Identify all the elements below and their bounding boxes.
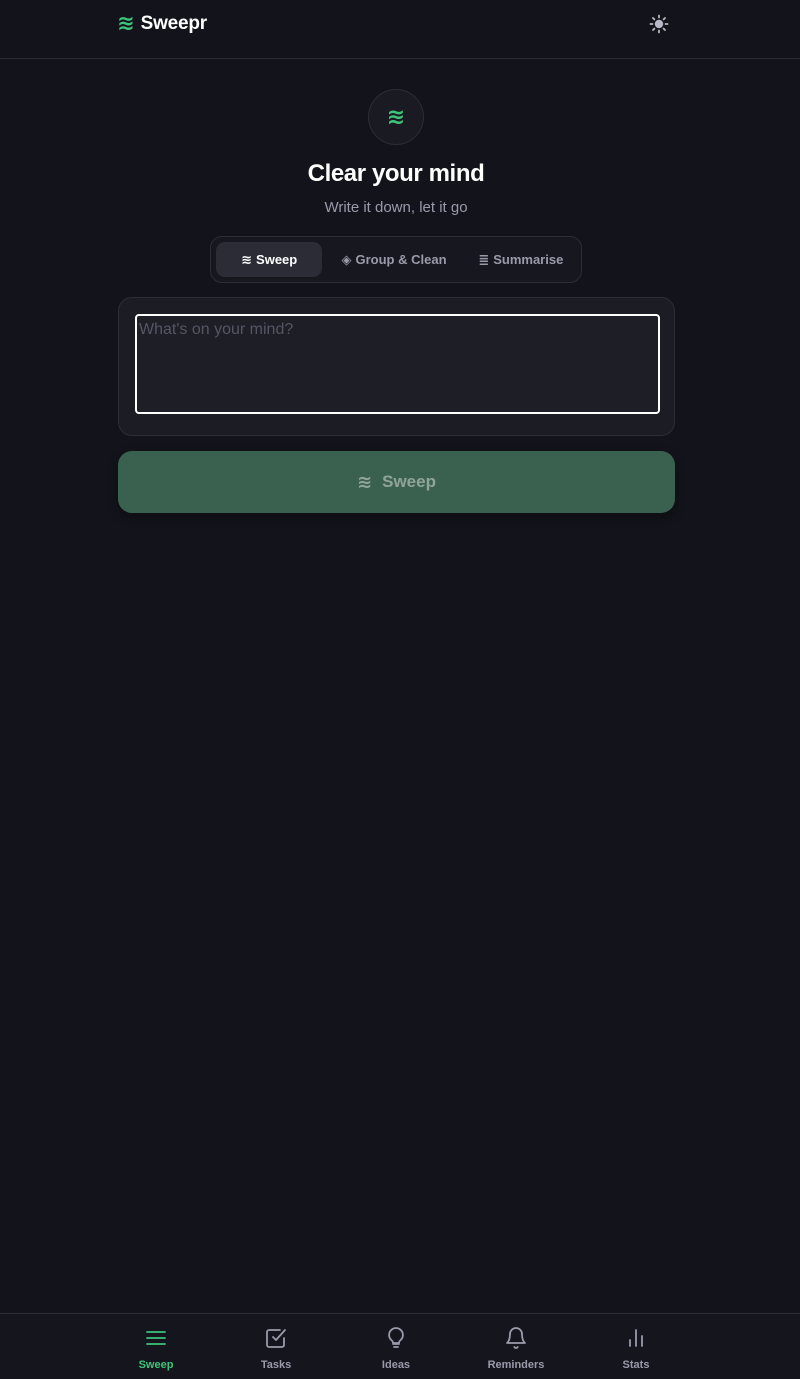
nav-item-sweep[interactable]: Sweep — [106, 1326, 206, 1376]
page-title: Clear your mind — [307, 160, 485, 187]
nav-label: Ideas — [381, 1359, 411, 1371]
app-root: ≋ Sweepr ≋ Clear your mind Write it down… — [0, 0, 800, 1379]
tab-sweep[interactable]: ≋ Sweep — [216, 242, 323, 277]
nav-label: Sweep — [138, 1359, 174, 1371]
bottom-nav: Sweep Tasks Ideas Reminders Stats — [0, 1313, 800, 1379]
mind-input[interactable] — [135, 314, 660, 414]
brand-name: Sweepr — [140, 13, 208, 34]
hero-badge: ≋ — [368, 89, 424, 145]
nav-label: Reminders — [487, 1359, 545, 1371]
waves-icon: ≋ — [386, 104, 406, 129]
bar-chart-icon — [629, 1329, 643, 1347]
sweep-button[interactable]: ≋ Sweep — [118, 451, 675, 513]
nav-label: Tasks — [260, 1359, 292, 1371]
tab-group-clean[interactable]: ◈ Group & Clean — [326, 242, 461, 277]
diamond-icon: ◈ — [341, 251, 352, 267]
waves-icon: ≋ — [357, 471, 373, 492]
theme-toggle-button[interactable] — [647, 12, 671, 36]
sun-icon — [649, 14, 669, 34]
nav-item-tasks[interactable]: Tasks — [226, 1326, 326, 1376]
mode-tabs: ≋ Sweep ◈ Group & Clean ≣ Summarise — [210, 236, 582, 283]
waves-icon: ≋ — [241, 251, 253, 267]
nav-label: Stats — [622, 1359, 650, 1371]
input-card — [118, 297, 675, 436]
top-header: ≋ Sweepr — [0, 0, 800, 59]
list-icon: ≣ — [478, 251, 490, 267]
check-square-icon — [266, 1329, 286, 1348]
sweep-button-label: Sweep — [382, 472, 436, 491]
tab-label: Group & Clean — [355, 252, 447, 267]
brand[interactable]: ≋ Sweepr — [117, 12, 207, 36]
nav-item-ideas[interactable]: Ideas — [346, 1326, 446, 1376]
tab-label: Sweep — [256, 252, 298, 267]
nav-item-stats[interactable]: Stats — [586, 1326, 686, 1376]
nav-item-reminders[interactable]: Reminders — [466, 1326, 566, 1376]
page-subtitle: Write it down, let it go — [324, 199, 468, 216]
tab-label: Summarise — [493, 252, 564, 267]
waves-icon: ≋ — [117, 12, 135, 35]
menu-icon — [146, 1331, 166, 1345]
tab-summarise[interactable]: ≣ Summarise — [466, 242, 576, 277]
bell-icon — [506, 1327, 526, 1349]
lightbulb-icon — [388, 1327, 404, 1348]
